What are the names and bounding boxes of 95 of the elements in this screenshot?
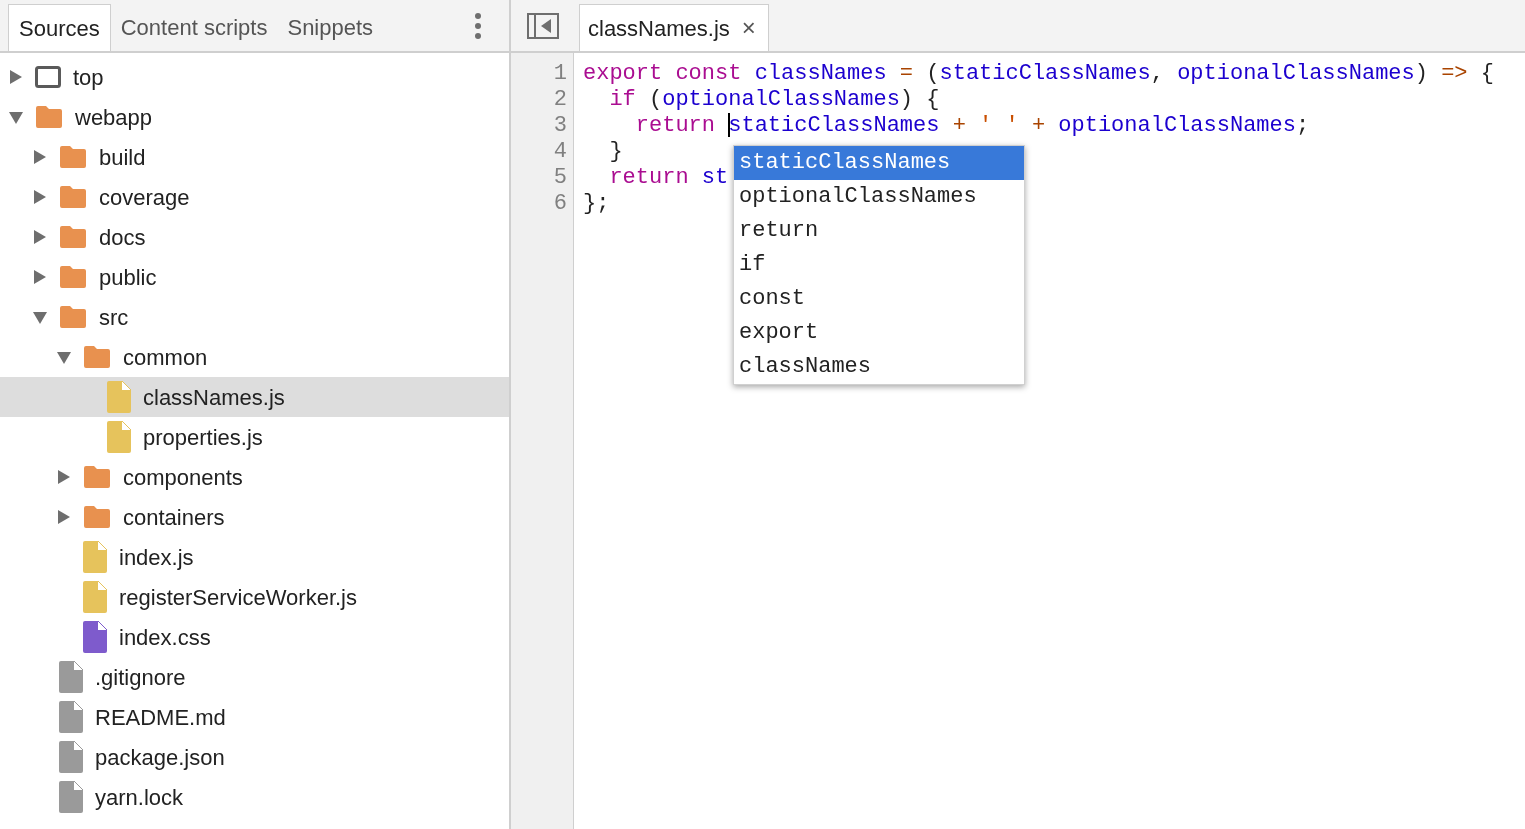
- tree-item[interactable]: top: [0, 57, 509, 97]
- line-number: 6: [553, 191, 567, 217]
- expanded-caret-icon[interactable]: [33, 310, 47, 324]
- sidebar-toggle-icon[interactable]: [527, 13, 559, 39]
- suggestion-item[interactable]: export: [734, 316, 1024, 350]
- tree-item[interactable]: common: [0, 337, 509, 377]
- folder-icon: [59, 185, 87, 209]
- tree-item[interactable]: coverage: [0, 177, 509, 217]
- file-icon: [59, 701, 83, 733]
- navigator-tab[interactable]: Content scripts: [110, 4, 278, 51]
- tree-item[interactable]: README.md: [0, 697, 509, 737]
- file-icon: [83, 581, 107, 613]
- tree-item[interactable]: components: [0, 457, 509, 497]
- tree-item[interactable]: src: [0, 297, 509, 337]
- tree-item-label: index.css: [119, 623, 211, 652]
- tree-item[interactable]: classNames.js: [0, 377, 509, 417]
- code-line: };: [583, 191, 610, 217]
- collapsed-caret-icon[interactable]: [33, 150, 47, 164]
- suggestion-item[interactable]: optionalClassNames: [734, 180, 1024, 214]
- tree-item-label: containers: [123, 503, 225, 532]
- tree-item-label: top: [73, 63, 104, 92]
- line-number: 3: [553, 113, 567, 139]
- file-icon: [83, 621, 107, 653]
- tree-item-label: classNames.js: [143, 383, 285, 412]
- tree-item[interactable]: docs: [0, 217, 509, 257]
- navigator-tab[interactable]: Snippets: [277, 4, 384, 51]
- tree-item-label: README.md: [95, 703, 226, 732]
- tree-item-label: coverage: [99, 183, 190, 212]
- collapsed-caret-icon[interactable]: [33, 190, 47, 204]
- folder-icon: [59, 305, 87, 329]
- tree-item-label: docs: [99, 223, 146, 252]
- folder-icon: [35, 105, 63, 129]
- window-frame-icon: [35, 66, 61, 88]
- line-number: 2: [553, 87, 567, 113]
- file-icon: [59, 781, 83, 813]
- folder-icon: [59, 225, 87, 249]
- close-tab-button[interactable]: ×: [741, 10, 756, 46]
- tree-item[interactable]: properties.js: [0, 417, 509, 457]
- suggestion-item[interactable]: staticClassNames: [734, 146, 1024, 180]
- folder-icon: [83, 465, 111, 489]
- file-icon: [59, 661, 83, 693]
- collapsed-caret-icon[interactable]: [9, 70, 23, 84]
- line-number: 4: [553, 139, 567, 165]
- file-icon: [83, 541, 107, 573]
- tree-item-label: .gitignore: [95, 663, 186, 692]
- suggestion-item[interactable]: return: [734, 214, 1024, 248]
- tree-item[interactable]: yarn.lock: [0, 777, 509, 817]
- tree-item[interactable]: containers: [0, 497, 509, 537]
- tree-item[interactable]: webapp: [0, 97, 509, 137]
- text-cursor: [728, 113, 731, 138]
- navigator-tab[interactable]: Sources: [8, 4, 111, 51]
- tree-item[interactable]: .gitignore: [0, 657, 509, 697]
- code-line: return st: [608, 165, 729, 191]
- tree-item-label: index.js: [119, 543, 194, 572]
- suggestion-item[interactable]: classNames: [734, 350, 1024, 384]
- code-line: }: [608, 139, 623, 165]
- more-options-icon[interactable]: [475, 13, 481, 39]
- editor-tab[interactable]: classNames.js ×: [579, 4, 769, 51]
- expanded-caret-icon[interactable]: [57, 350, 71, 364]
- tree-item-label: package.json: [95, 743, 225, 772]
- expanded-caret-icon[interactable]: [9, 110, 23, 124]
- collapsed-caret-icon[interactable]: [57, 510, 71, 524]
- code-line: export const classNames = (staticClassNames, optionalClassNames) => {: [583, 61, 1494, 87]
- tree-item-label: yarn.lock: [95, 783, 184, 812]
- code-line: if (optionalClassNames) {: [608, 87, 940, 113]
- tree-item-label: public: [99, 263, 157, 292]
- collapsed-caret-icon[interactable]: [33, 270, 47, 284]
- tree-item-label: registerServiceWorker.js: [119, 583, 357, 612]
- tree-item-label: common: [123, 343, 208, 372]
- file-icon: [59, 741, 83, 773]
- collapsed-caret-icon[interactable]: [57, 470, 71, 484]
- tree-item[interactable]: index.css: [0, 617, 509, 657]
- tree-item[interactable]: public: [0, 257, 509, 297]
- tree-item-label: webapp: [75, 103, 153, 132]
- collapsed-caret-icon[interactable]: [33, 230, 47, 244]
- tree-item-label: src: [99, 303, 129, 332]
- folder-icon: [83, 345, 111, 369]
- line-number: 1: [553, 61, 567, 87]
- editor-tab-label: classNames.js: [588, 14, 730, 43]
- code-line: return staticClassNames + ' ' + optionalClassNames;: [634, 113, 1310, 139]
- tree-item[interactable]: build: [0, 137, 509, 177]
- tree-item[interactable]: index.js: [0, 537, 509, 577]
- tree-item-label: properties.js: [143, 423, 263, 452]
- suggestion-item[interactable]: if: [734, 248, 1024, 282]
- file-icon: [107, 381, 131, 413]
- tree-item[interactable]: registerServiceWorker.js: [0, 577, 509, 617]
- folder-icon: [59, 145, 87, 169]
- file-icon: [107, 421, 131, 453]
- tree-item-label: build: [99, 143, 146, 172]
- tree-item[interactable]: package.json: [0, 737, 509, 777]
- suggestion-item[interactable]: const: [734, 282, 1024, 316]
- tree-item-label: components: [123, 463, 243, 492]
- folder-icon: [83, 505, 111, 529]
- line-number: 5: [553, 165, 567, 191]
- folder-icon: [59, 265, 87, 289]
